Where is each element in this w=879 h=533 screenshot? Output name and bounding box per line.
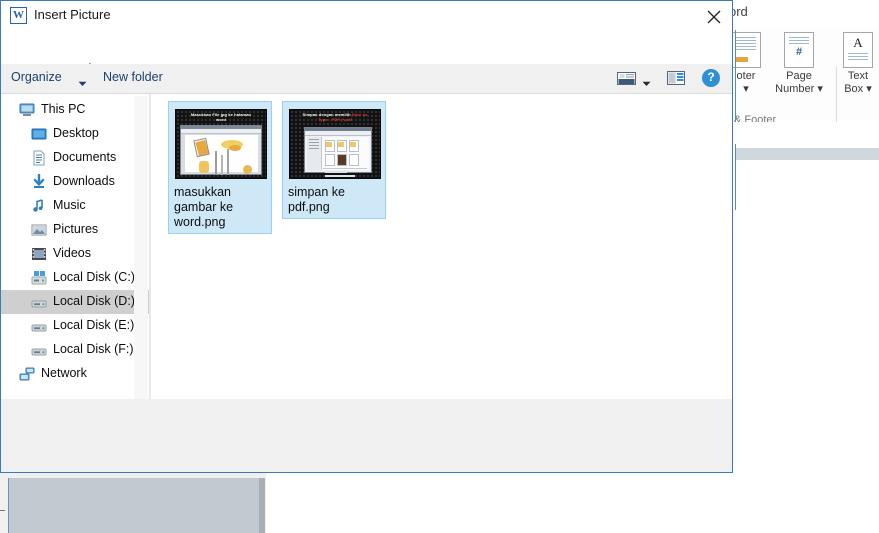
document-page-surface[interactable] — [8, 478, 259, 533]
ribbon-text-box-button[interactable]: A Text Box ▾ — [838, 32, 878, 96]
word-ribbon: oter ▾ # Page Number ▾ & Footer A Text B… — [726, 30, 879, 142]
sidebar-item-label: Network — [41, 366, 87, 380]
chevron-down-icon[interactable] — [642, 76, 651, 90]
sidebar-item-label: Local Disk (C:) — [53, 270, 135, 284]
organize-button[interactable]: Organize — [11, 70, 62, 84]
this-pc-icon — [19, 102, 35, 118]
page-number-icon: # — [784, 32, 814, 68]
chevron-down-icon[interactable] — [78, 76, 87, 90]
music-icon — [31, 198, 47, 214]
dialog-footer: File name: All Pictures (*.emf;*.wmf;*.j… — [1, 399, 732, 472]
videos-icon — [31, 246, 47, 262]
sidebar-item-label: Local Disk (E:) — [53, 318, 135, 332]
disk-icon — [31, 294, 47, 310]
help-icon-glyph: ? — [707, 70, 715, 84]
sidebar-item-label: Local Disk (F:) — [53, 342, 134, 356]
help-icon[interactable]: ? — [702, 69, 720, 87]
dialog-title: Insert Picture — [34, 7, 111, 22]
new-folder-button[interactable]: New folder — [103, 70, 163, 84]
sidebar-item-network[interactable]: Network — [1, 362, 149, 386]
file-item-masukkan-gambar-ke-word[interactable]: Masukkan File jpg ke halaman word masukk… — [168, 101, 272, 234]
file-thumbnail: Masukkan File jpg ke halaman word — [175, 109, 267, 179]
ruler-edge-tick — [0, 510, 5, 511]
word-ruler: 4 5 — [728, 122, 879, 274]
ribbon-item-sublabel: Number ▾ — [775, 83, 823, 95]
disk-icon — [31, 318, 47, 334]
ribbon-page-number-button[interactable]: # Page Number ▾ — [768, 32, 830, 96]
nav-pane-scrollbar[interactable] — [134, 96, 280, 441]
windows-disk-icon — [31, 270, 47, 286]
sidebar-item-label: Downloads — [53, 174, 115, 188]
thumbnail-caption: Masukkan File jpg ke halaman word — [190, 112, 252, 122]
sidebar-item-local-disk-e[interactable]: Local Disk (E:) — [1, 314, 149, 338]
dialog-navigation-bar: › This PC › Local Disk (D:) › New ↻ — [1, 30, 732, 88]
desktop-icon — [31, 126, 47, 142]
pictures-icon — [31, 222, 47, 238]
sidebar-item-label: Local Disk (D:) — [53, 294, 135, 308]
sidebar-item-local-disk-c[interactable]: Local Disk (C:) — [1, 266, 149, 290]
sidebar-item-pictures[interactable]: Pictures — [1, 218, 149, 242]
dialog-command-bar: Organize New folder ? — [1, 64, 732, 93]
sidebar-item-label: Pictures — [53, 222, 99, 236]
sidebar-item-label: Desktop — [53, 126, 99, 140]
documents-icon — [31, 150, 47, 166]
ribbon-item-label: Text — [847, 70, 869, 82]
sidebar-item-desktop[interactable]: Desktop — [1, 122, 149, 146]
sidebar-item-this-pc[interactable]: This PC — [1, 98, 149, 122]
file-thumbnail: Simpan dengan memilih Save as Type : PDF… — [289, 109, 381, 179]
text-box-icon: A — [843, 32, 873, 68]
dialog-title-bar[interactable]: W Insert Picture — [1, 1, 732, 30]
sidebar-item-downloads[interactable]: Downloads — [1, 170, 149, 194]
thumbnail-caption: Simpan dengan memilih Save as Type : PDF… — [302, 112, 368, 122]
thumbnail-window — [304, 127, 372, 177]
downloads-icon — [31, 173, 47, 190]
sidebar-item-label: Documents — [53, 150, 117, 164]
file-name-label: masukkan gambar ke word.png — [174, 185, 234, 229]
ribbon-item-sublabel: Box ▾ — [844, 83, 872, 95]
close-icon[interactable] — [700, 4, 728, 28]
sidebar-item-label: Music — [53, 198, 86, 212]
sidebar-item-local-disk-d[interactable]: Local Disk (D:) — [1, 290, 149, 314]
file-item-simpan-ke-pdf[interactable]: Simpan dengan memilih Save as Type : PDF… — [282, 101, 386, 219]
insert-picture-dialog: W Insert Picture › This — [0, 0, 733, 473]
document-body-area[interactable] — [736, 160, 879, 280]
sidebar-item-label: Videos — [53, 246, 91, 260]
document-page-shadow — [258, 478, 265, 533]
word-app-icon-letter: W — [13, 9, 24, 21]
sidebar-item-local-disk-f[interactable]: Local Disk (F:) — [1, 338, 149, 362]
sidebar-item-documents[interactable]: Documents — [1, 146, 149, 170]
network-icon — [19, 366, 35, 382]
file-name-label: simpan ke pdf.png — [288, 185, 345, 214]
sidebar-item-music[interactable]: Music — [1, 194, 149, 218]
disk-icon — [31, 342, 47, 358]
change-view-icon[interactable] — [616, 70, 638, 87]
file-list-pane[interactable]: Masukkan File jpg ke halaman word masukk… — [151, 94, 732, 399]
navigation-pane: This PC Desktop Documents Downloads Music Pic… — [1, 94, 149, 399]
sidebar-item-label: This PC — [41, 102, 86, 116]
ruler-shade — [736, 148, 879, 160]
ribbon-item-label: Page — [786, 70, 812, 82]
sidebar-item-videos[interactable]: Videos — [1, 242, 149, 266]
thumbnail-window — [180, 125, 262, 175]
word-app-icon: W — [10, 7, 27, 24]
preview-pane-icon[interactable] — [666, 70, 686, 86]
